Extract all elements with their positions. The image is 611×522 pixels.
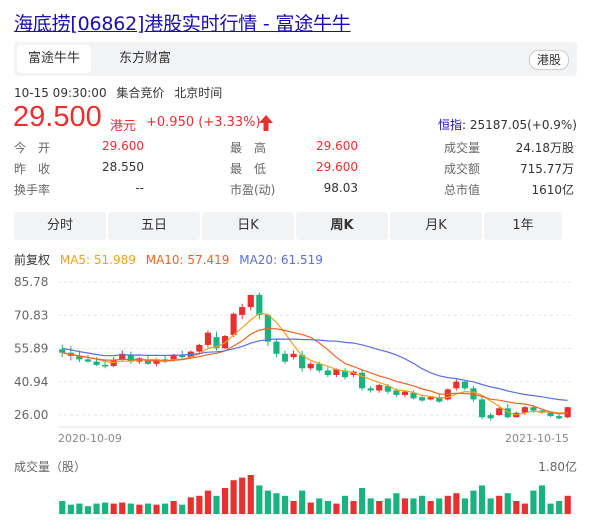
candle-body — [564, 407, 571, 418]
y-tick-label: 26.00 — [14, 408, 48, 422]
volume-bar — [213, 495, 220, 514]
volume-bar — [264, 490, 271, 514]
volume-bar — [547, 503, 554, 514]
volume-bar — [76, 503, 83, 514]
volume-bar — [221, 488, 229, 514]
volume-bar — [504, 493, 511, 514]
candle-body — [487, 415, 494, 419]
candle-body — [281, 353, 289, 362]
candle-body — [427, 397, 434, 400]
y-tick-label: 55.89 — [14, 342, 48, 356]
volume-bar — [478, 485, 486, 514]
candle-body — [84, 359, 92, 362]
volume-bar — [127, 503, 134, 514]
candle-body — [307, 363, 314, 369]
candle-body — [196, 344, 203, 352]
volume-bar — [564, 495, 571, 514]
volume-bar — [461, 498, 469, 514]
candle-body — [102, 364, 109, 367]
volume-bar — [256, 485, 263, 514]
candle-body — [247, 294, 254, 308]
candle-body — [496, 408, 503, 415]
volume-bar — [136, 504, 143, 514]
candle-body — [461, 381, 469, 389]
candle-body — [393, 390, 400, 395]
volume-bar — [187, 497, 194, 514]
candle-body — [324, 370, 331, 375]
volume-bar — [487, 498, 494, 514]
volume-bar — [239, 477, 246, 514]
y-tick-label: 40.94 — [14, 375, 48, 389]
volume-bar — [384, 498, 391, 514]
volume-bar — [179, 504, 186, 514]
volume-bar — [102, 502, 109, 514]
volume-bar — [273, 493, 280, 514]
volume-bar — [444, 495, 451, 514]
candle-body — [478, 399, 486, 418]
volume-bar — [281, 495, 289, 514]
candle-body — [230, 313, 237, 335]
candle-body — [530, 407, 537, 411]
volume-bar — [350, 501, 357, 514]
y-tick-label: 85.78 — [14, 275, 48, 289]
volume-bar — [418, 495, 426, 514]
candle-body — [239, 307, 246, 315]
candle-body — [290, 353, 297, 358]
volume-bar — [324, 501, 331, 514]
volume-chart-title: 成交量（股） — [14, 460, 87, 474]
volume-max-label: 1.80亿 — [538, 460, 577, 474]
volume-bar — [161, 503, 169, 514]
candle-body — [204, 332, 212, 345]
volume-bar — [410, 498, 417, 514]
volume-bar — [513, 501, 520, 514]
volume-bar — [538, 485, 546, 514]
volume-bar — [144, 503, 152, 514]
volume-bar — [119, 502, 126, 514]
volume-bar — [453, 493, 460, 514]
candle-body — [556, 416, 563, 419]
volume-bar — [556, 501, 563, 514]
volume-bar — [247, 475, 254, 514]
volume-bar — [470, 490, 477, 514]
x-start-label: 2020-10-09 — [58, 432, 122, 445]
volume-bar — [59, 501, 66, 514]
candle-body — [401, 391, 409, 395]
volume-bar — [204, 490, 212, 514]
x-end-label: 2021-10-15 — [505, 432, 569, 445]
candle-body — [59, 349, 66, 353]
volume-bar — [393, 493, 400, 514]
volume-bar — [307, 502, 314, 514]
candle-body — [367, 388, 374, 391]
volume-bar — [521, 503, 528, 514]
candle-body — [93, 361, 100, 365]
volume-bar — [153, 504, 160, 514]
volume-bar — [230, 480, 237, 514]
volume-bar — [67, 504, 74, 514]
volume-bar — [341, 495, 349, 514]
volume-bar — [110, 503, 117, 514]
candle-body — [453, 381, 460, 389]
volume-bar — [359, 488, 366, 514]
candle-body — [547, 412, 554, 417]
candle-body — [256, 294, 263, 315]
volume-bar — [316, 498, 323, 514]
candle-body — [418, 397, 426, 401]
volume-bar — [299, 490, 306, 514]
candle-body — [273, 341, 280, 354]
volume-bar — [196, 495, 203, 514]
volume-bar — [496, 495, 503, 514]
volume-bar — [427, 501, 434, 514]
y-tick-label: 70.83 — [14, 308, 48, 322]
volume-bar — [84, 506, 92, 514]
volume-bar — [530, 490, 537, 514]
volume-bar — [93, 503, 100, 514]
volume-bar — [367, 498, 374, 514]
volume-bar — [290, 501, 297, 514]
volume-bar — [401, 498, 409, 514]
candle-body — [376, 384, 383, 391]
volume-bar — [376, 501, 383, 514]
volume-bar — [436, 498, 443, 514]
volume-bar — [170, 501, 177, 514]
volume-bar — [333, 503, 340, 514]
